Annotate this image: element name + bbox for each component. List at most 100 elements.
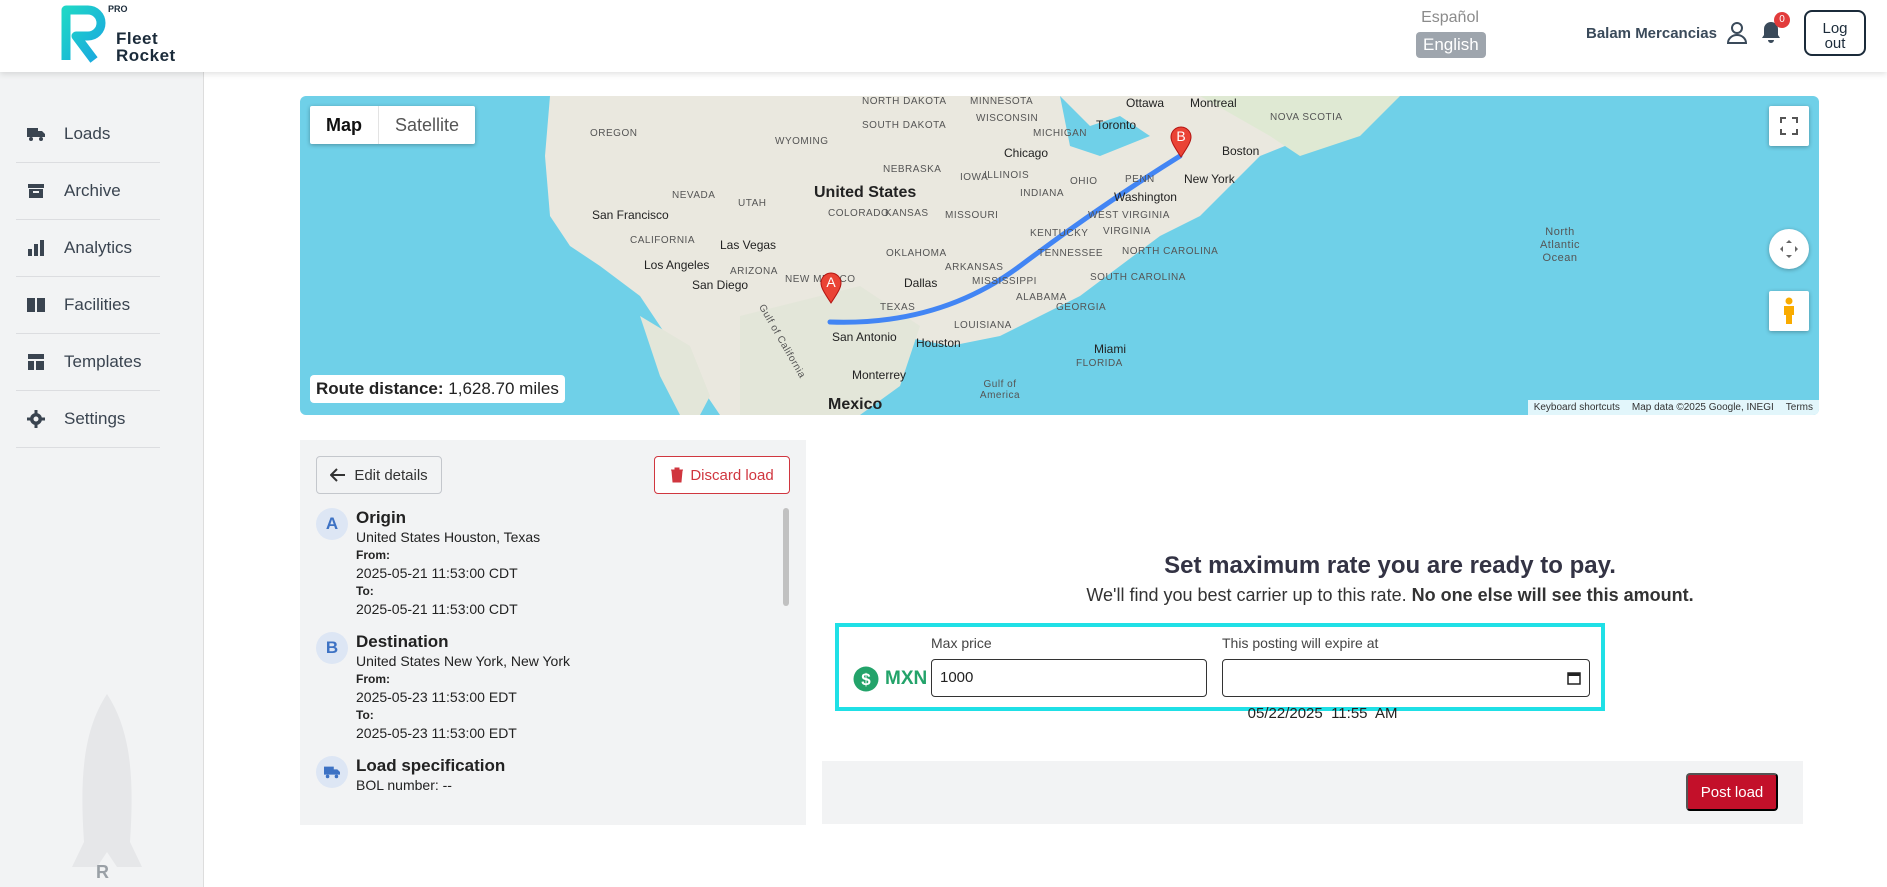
country-label-us: United States: [814, 184, 917, 201]
destination-location: United States New York, New York: [356, 653, 571, 669]
city-label: San Diego: [692, 278, 749, 292]
destination-from-label: From:: [356, 672, 390, 686]
state-label: ARIZONA: [730, 266, 778, 277]
destination-from: 2025-05-23 11:53:00 EDT: [356, 689, 517, 705]
sidebar-item-settings[interactable]: Settings: [16, 391, 160, 448]
gear-icon: [27, 410, 45, 428]
trash-icon: [671, 467, 684, 483]
logout-button[interactable]: Log out: [1804, 10, 1866, 56]
sidebar-item-facilities[interactable]: Facilities: [16, 277, 160, 334]
city-label: Miami: [1094, 342, 1126, 356]
expire-datetime-input[interactable]: 05/22/2025 11:55 AM: [1222, 659, 1590, 722]
origin-to: 2025-05-21 11:53:00 CDT: [356, 601, 518, 617]
fleet-rocket-logo[interactable]: PRO Fleet Rocket: [60, 4, 200, 66]
archive-icon: [28, 184, 44, 198]
svg-text:$: $: [861, 670, 871, 689]
map-footer: Keyboard shortcuts Map data ©2025 Google…: [1527, 400, 1819, 415]
decor: [200, 72, 204, 82]
sidebar-item-archive[interactable]: Archive: [16, 163, 160, 220]
camera-control-button[interactable]: [1769, 229, 1809, 269]
state-label: NORTH DAKOTA: [862, 96, 947, 107]
origin-from-label: From:: [356, 548, 390, 562]
ocean-label: North Atlantic Ocean: [1539, 226, 1581, 264]
state-label: TENNESSEE: [1038, 248, 1104, 259]
user-menu[interactable]: Balam Mercancias: [1586, 22, 1747, 44]
truck-icon: [27, 128, 45, 141]
origin-location: United States Houston, Texas: [356, 529, 541, 545]
lang-english[interactable]: English: [1416, 32, 1486, 58]
state-label: WISCONSIN: [976, 113, 1039, 124]
logo-r-icon: [61, 5, 106, 63]
city-label: Boston: [1222, 144, 1260, 158]
city-label: Washington: [1114, 190, 1177, 204]
max-price-input[interactable]: 1000: [931, 659, 1207, 697]
sidebar-item-templates[interactable]: Templates: [16, 334, 160, 391]
destination-title: Destination: [356, 632, 449, 651]
currency-indicator: $ MXN: [853, 666, 927, 692]
city-label: Las Vegas: [720, 238, 777, 252]
state-label: LOUISIANA: [954, 320, 1012, 331]
terms-link[interactable]: Terms: [1786, 402, 1813, 413]
rate-subtitle: We'll find you best carrier up to this r…: [1086, 585, 1694, 605]
book-icon: [27, 298, 45, 312]
route-map[interactable]: Map Satellite OREGON NEVADA UTAH ARIZONA…: [300, 96, 1819, 415]
street-view-button[interactable]: [1769, 291, 1809, 331]
details-scrollbar[interactable]: [783, 508, 789, 606]
state-label: INDIANA: [1020, 188, 1065, 199]
mini-logo-icon: R: [96, 862, 109, 882]
lang-espanol[interactable]: Español: [1416, 6, 1484, 30]
truck-icon: [324, 766, 340, 779]
dollar-icon: $: [853, 666, 879, 692]
fullscreen-button[interactable]: [1769, 106, 1809, 146]
destination-to: 2025-05-23 11:53:00 EDT: [356, 725, 517, 741]
sidebar-item-loads[interactable]: Loads: [16, 106, 160, 163]
edit-details-button[interactable]: Edit details: [316, 456, 442, 494]
marker-b[interactable]: B: [1170, 126, 1192, 158]
calendar-icon[interactable]: [1567, 671, 1581, 685]
state-label: MICHIGAN: [1033, 128, 1087, 139]
rate-title: Set maximum rate you are ready to pay.: [1164, 552, 1616, 579]
expire-label: This posting will expire at: [1222, 635, 1379, 651]
state-label: MINNESOTA: [970, 96, 1034, 107]
city-label: San Antonio: [832, 330, 897, 344]
rocket-watermark-icon: [72, 694, 142, 867]
city-label: San Francisco: [592, 208, 669, 222]
country-label-mexico: Mexico: [828, 396, 883, 413]
state-label: SOUTH DAKOTA: [862, 120, 947, 131]
load-details-panel: Edit details Discard load A Origin Unite…: [300, 440, 806, 825]
marker-a[interactable]: A: [820, 272, 842, 304]
fullscreen-icon: [1780, 117, 1798, 135]
city-label: Toronto: [1096, 118, 1137, 132]
state-label: WYOMING: [775, 136, 829, 147]
gulf-label: Gulf of America: [979, 379, 1021, 401]
move-arrows-icon: [1780, 240, 1798, 258]
city-label: Dallas: [904, 276, 938, 290]
load-spec: Load specification BOL number: --: [316, 756, 505, 794]
state-label: GEORGIA: [1056, 302, 1107, 313]
state-label: FLORIDA: [1076, 358, 1123, 369]
destination-stop: B Destination United States New York, Ne…: [316, 632, 570, 742]
state-label: MISSOURI: [945, 210, 999, 221]
state-label: NOVA SCOTIA: [1270, 112, 1343, 123]
map-type-map[interactable]: Map: [310, 106, 379, 144]
state-label: NORTH CAROLINA: [1122, 246, 1219, 257]
city-label: Montreal: [1190, 96, 1237, 110]
brand-name: Fleet Rocket: [116, 29, 176, 65]
user-name: Balam Mercancias: [1586, 24, 1717, 42]
state-label: COLORADO: [828, 208, 890, 219]
city-label: Monterrey: [852, 368, 907, 382]
post-bar: Post load: [822, 761, 1803, 824]
discard-load-button[interactable]: Discard load: [654, 456, 790, 494]
map-type-satellite[interactable]: Satellite: [379, 106, 475, 144]
keyboard-shortcuts-link[interactable]: Keyboard shortcuts: [1534, 402, 1620, 413]
state-label: SOUTH CAROLINA: [1090, 272, 1186, 283]
arrow-left-icon: [330, 468, 346, 482]
sidebar-item-analytics[interactable]: Analytics: [16, 220, 160, 277]
sidebar: Loads Archive Analytics Facilities Templ…: [0, 72, 204, 887]
max-price-label: Max price: [931, 635, 992, 651]
language-switcher: Español English: [1416, 6, 1486, 58]
post-load-button[interactable]: Post load: [1686, 773, 1778, 811]
state-label: KANSAS: [885, 208, 929, 219]
state-label: ARKANSAS: [945, 262, 1004, 273]
state-label: VIRGINIA: [1103, 226, 1151, 237]
